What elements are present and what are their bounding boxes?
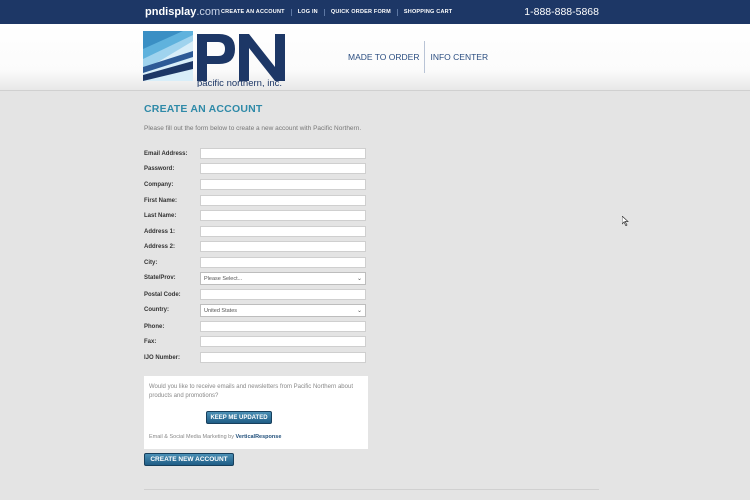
newsletter-footer-prefix: Email & Social Media Marketing by: [149, 434, 236, 440]
nav-create-account[interactable]: CREATE AN ACCOUNT: [215, 9, 291, 16]
phone-field[interactable]: [200, 321, 366, 332]
site-header: pacific northern, inc. MADE TO ORDER INF…: [0, 24, 750, 91]
nav-shopping-cart[interactable]: SHOPPING CART: [396, 9, 458, 16]
company-label: Company:: [144, 182, 174, 188]
newsletter-text: Would you like to receive emails and new…: [149, 384, 353, 399]
ijo-label: IJO Number:: [144, 355, 181, 361]
state-select-value: Please Select...: [204, 276, 243, 282]
ijo-field[interactable]: [200, 352, 366, 363]
country-label: Country:: [144, 307, 169, 313]
phone-number: 1-888-888-5868: [524, 6, 599, 18]
address1-label: Address 1:: [144, 229, 176, 235]
address1-field[interactable]: [200, 226, 366, 237]
divider: [144, 489, 599, 490]
last-name-field[interactable]: [200, 210, 366, 221]
create-account-button[interactable]: CREATE NEW ACCOUNT: [144, 453, 234, 466]
phone-label: Phone:: [144, 324, 165, 330]
postal-field[interactable]: [200, 289, 366, 300]
company-field[interactable]: [200, 179, 366, 190]
address2-field[interactable]: [200, 241, 366, 252]
country-select-value: United States: [204, 308, 238, 314]
email-field[interactable]: [200, 148, 366, 159]
last-name-label: Last Name:: [144, 213, 177, 219]
fax-field[interactable]: [200, 336, 366, 347]
page-intro: Please fill out the form below to create…: [144, 125, 362, 132]
pacific-northern-logo[interactable]: pacific northern, inc.: [143, 31, 295, 87]
address2-label: Address 2:: [144, 244, 176, 250]
top-nav: CREATE AN ACCOUNT LOG IN QUICK ORDER FOR…: [215, 9, 458, 16]
password-field[interactable]: [200, 163, 366, 174]
city-label: City:: [144, 260, 158, 266]
chevron-down-icon: ⌄: [356, 308, 362, 314]
nav-info-center[interactable]: INFO CENTER: [424, 41, 493, 73]
nav-quick-order-form[interactable]: QUICK ORDER FORM: [323, 9, 397, 16]
top-bar: pndisplay.com CREATE AN ACCOUNT LOG IN Q…: [0, 0, 750, 24]
postal-label: Postal Code:: [144, 292, 181, 298]
first-name-label: First Name:: [144, 198, 178, 204]
verticalresponse-link[interactable]: VerticalResponse: [236, 434, 282, 440]
brand-name: pndisplay: [145, 6, 197, 18]
country-select[interactable]: United States ⌄: [200, 304, 366, 317]
state-label: State/Prov:: [144, 275, 176, 281]
main-content: CREATE AN ACCOUNT Please fill out the fo…: [0, 91, 750, 500]
mouse-cursor-icon: [622, 216, 629, 226]
nav-log-in[interactable]: LOG IN: [290, 9, 324, 16]
nav-made-to-order[interactable]: MADE TO ORDER: [348, 41, 424, 73]
site-brand[interactable]: pndisplay.com: [145, 6, 220, 18]
state-select[interactable]: Please Select... ⌄: [200, 272, 366, 285]
first-name-field[interactable]: [200, 195, 366, 206]
password-label: Password:: [144, 166, 175, 172]
newsletter-box: Would you like to receive emails and new…: [144, 376, 368, 449]
email-label: Email Address:: [144, 151, 188, 157]
page-title: CREATE AN ACCOUNT: [144, 103, 263, 115]
fax-label: Fax:: [144, 339, 157, 345]
logo-text: pacific northern, inc.: [197, 78, 282, 87]
newsletter-footer: Email & Social Media Marketing by Vertic…: [149, 434, 281, 440]
city-field[interactable]: [200, 257, 366, 268]
keep-me-updated-button[interactable]: KEEP ME UPDATED: [206, 411, 272, 424]
header-nav: MADE TO ORDER INFO CENTER: [348, 41, 493, 73]
chevron-down-icon: ⌄: [356, 276, 362, 282]
